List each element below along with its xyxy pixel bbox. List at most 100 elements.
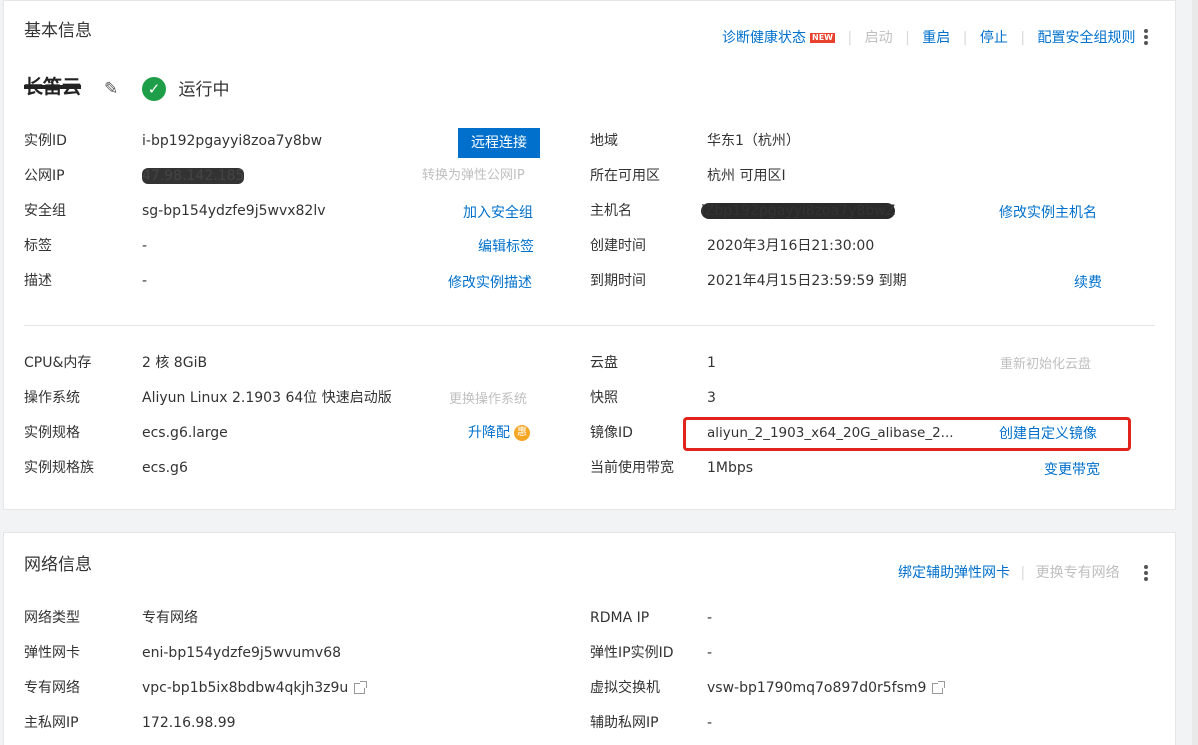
basic-info-card: 基本信息 诊断健康状态 NEW | 启动 | 重启 | 停止 | 配置安全组规则 … — [3, 0, 1176, 510]
label-cpu-memory: CPU&内存 — [24, 355, 92, 371]
label-eip-instance-id: 弹性IP实例ID — [590, 645, 674, 661]
more-actions-icon[interactable] — [1144, 27, 1152, 47]
value-instance-type: ecs.g6.large — [142, 425, 228, 441]
reinit-disk-link[interactable]: 重新初始化云盘 — [1000, 355, 1091, 375]
value-bandwidth: 1Mbps — [707, 460, 754, 476]
label-image-id: 镜像ID — [590, 425, 633, 441]
join-security-group-link[interactable]: 加入安全组 — [463, 203, 533, 223]
value-cpu-memory: 2 核 8GiB — [142, 355, 208, 371]
value-expire-time: 2021年4月15日23:59:59 到期 — [707, 273, 907, 289]
change-bandwidth-link[interactable]: 变更带宽 — [1044, 460, 1100, 480]
more-actions-icon[interactable] — [1144, 563, 1152, 583]
value-vpc[interactable]: vpc-bp1b5ix8bdbw4qkjh3z9u — [142, 678, 368, 698]
public-ip-text: 47.98.142.185 — [142, 168, 245, 184]
edit-description-link[interactable]: 修改实例描述 — [448, 273, 532, 293]
remote-connect-button[interactable]: 远程连接 — [458, 128, 540, 158]
value-cloud-disk: 1 — [707, 355, 716, 371]
value-eip-instance-id: - — [707, 645, 713, 661]
edit-name-icon[interactable]: ✎ — [104, 79, 118, 99]
configure-security-group-link[interactable]: 配置安全组规则 — [1037, 30, 1135, 46]
scrollbar[interactable] — [1192, 0, 1198, 745]
value-instance-id: i-bp192pgayyi8zoa7y8bw — [142, 133, 323, 149]
network-info-card: 网络信息 绑定辅助弹性网卡 | 更换专有网络 网络类型 专有网络 弹性网卡 en… — [3, 532, 1176, 745]
instance-name-text: 长笛云 — [24, 76, 82, 98]
divider: | — [847, 30, 853, 46]
value-security-group: sg-bp154ydzfe9j5wvx82lv — [142, 203, 326, 219]
label-secondary-private-ip: 辅助私网IP — [590, 715, 659, 731]
value-hostname: iZbp192pgayyi8zoa7y8bwZ — [701, 201, 896, 221]
value-description: - — [142, 273, 148, 289]
value-rdma-ip: - — [707, 610, 713, 626]
label-vpc: 专有网络 — [24, 680, 80, 696]
vswitch-id-text: vsw-bp1790mq7o897d0r5fsm9 — [707, 680, 927, 696]
external-link-icon[interactable] — [932, 680, 946, 694]
label-instance-type: 实例规格 — [24, 425, 80, 441]
label-instance-id: 实例ID — [24, 133, 67, 149]
hostname-text: iZbp192pgayyi8zoa7y8bwZ — [701, 203, 896, 219]
convert-eip-link[interactable]: 转换为弹性公网IP — [422, 166, 525, 186]
change-vpc-link[interactable]: 更换专有网络 — [1036, 565, 1120, 581]
label-created-time: 创建时间 — [590, 238, 646, 254]
value-os: Aliyun Linux 2.1903 64位 快速启动版 — [142, 390, 392, 406]
instance-name: 长笛云 — [24, 77, 81, 97]
label-eni: 弹性网卡 — [24, 645, 80, 661]
discount-badge: 惠 — [514, 425, 530, 441]
label-os: 操作系统 — [24, 390, 80, 406]
value-instance-family: ecs.g6 — [142, 460, 188, 476]
stop-button[interactable]: 停止 — [980, 30, 1008, 46]
value-snapshot: 3 — [707, 390, 716, 406]
value-region: 华东1（杭州） — [707, 133, 800, 149]
label-security-group: 安全组 — [24, 203, 66, 219]
upgrade-downgrade[interactable]: 升降配惠 — [468, 423, 530, 443]
new-badge: NEW — [810, 33, 835, 43]
label-public-ip: 公网IP — [24, 168, 65, 184]
change-os-link[interactable]: 更换操作系统 — [449, 390, 527, 410]
value-public-ip: 47.98.142.185 — [142, 166, 245, 186]
value-secondary-private-ip: - — [707, 715, 713, 731]
label-network-type: 网络类型 — [24, 610, 80, 626]
label-hostname: 主机名 — [590, 203, 632, 219]
divider: | — [905, 30, 910, 46]
check-circle-icon: ✓ — [142, 77, 166, 101]
label-expire-time: 到期时间 — [590, 273, 646, 289]
label-zone: 所在可用区 — [590, 168, 660, 184]
label-vswitch: 虚拟交换机 — [590, 680, 660, 696]
renew-link[interactable]: 续费 — [1074, 273, 1102, 293]
network-actions: 绑定辅助弹性网卡 | 更换专有网络 — [898, 563, 1120, 583]
edit-tags-link[interactable]: 编辑标签 — [478, 237, 534, 257]
label-description: 描述 — [24, 273, 52, 289]
value-vswitch[interactable]: vsw-bp1790mq7o897d0r5fsm9 — [707, 678, 946, 698]
upgrade-downgrade-link[interactable]: 升降配 — [468, 425, 510, 441]
label-cloud-disk: 云盘 — [590, 355, 618, 371]
network-info-title: 网络信息 — [24, 555, 92, 575]
divider: | — [1020, 30, 1026, 46]
label-bandwidth: 当前使用带宽 — [590, 460, 674, 476]
label-instance-family: 实例规格族 — [24, 460, 94, 476]
section-divider — [24, 325, 1155, 326]
external-link-icon[interactable] — [354, 680, 368, 694]
label-snapshot: 快照 — [590, 390, 618, 406]
restart-button[interactable]: 重启 — [922, 30, 950, 46]
value-zone: 杭州 可用区I — [707, 168, 786, 184]
vpc-id-text: vpc-bp1b5ix8bdbw4qkjh3z9u — [142, 680, 349, 696]
divider: | — [1020, 565, 1026, 581]
label-primary-private-ip: 主私网IP — [24, 715, 79, 731]
value-network-type: 专有网络 — [142, 610, 198, 626]
diagnose-health-link[interactable]: 诊断健康状态 — [722, 30, 806, 46]
label-tags: 标签 — [24, 238, 52, 254]
value-primary-private-ip: 172.16.98.99 — [142, 715, 236, 731]
basic-info-title: 基本信息 — [24, 21, 92, 41]
value-eni: eni-bp154ydzfe9j5wvumv68 — [142, 645, 342, 661]
value-created-time: 2020年3月16日21:30:00 — [707, 238, 875, 254]
edit-hostname-link[interactable]: 修改实例主机名 — [999, 203, 1097, 223]
value-tags: - — [142, 238, 148, 254]
divider: | — [962, 30, 968, 46]
start-button[interactable]: 启动 — [865, 30, 893, 46]
status-text: 运行中 — [178, 80, 230, 100]
label-region: 地域 — [590, 133, 618, 149]
bind-eni-link[interactable]: 绑定辅助弹性网卡 — [898, 565, 1010, 581]
label-rdma-ip: RDMA IP — [590, 610, 650, 626]
highlight-box — [683, 417, 1131, 451]
header-actions: 诊断健康状态 NEW | 启动 | 重启 | 停止 | 配置安全组规则 — [722, 28, 1135, 48]
status-badge: ✓ 运行中 — [142, 77, 229, 101]
